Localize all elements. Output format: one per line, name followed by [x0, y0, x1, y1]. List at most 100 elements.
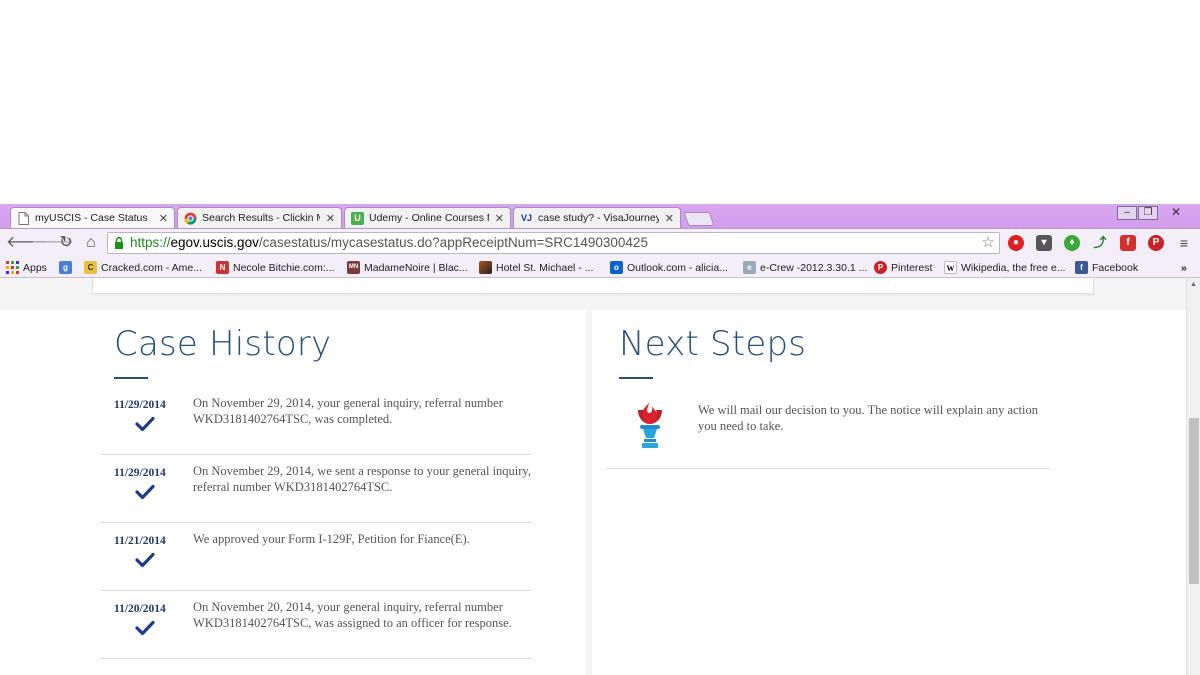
- new-tab-button[interactable]: [683, 212, 715, 226]
- minimize-button[interactable]: –: [1117, 206, 1137, 220]
- bookmark-apps[interactable]: Apps: [6, 260, 47, 275]
- bookmark-google[interactable]: g: [59, 260, 76, 275]
- bookmark-label: Cracked.com - Ame...: [101, 261, 202, 274]
- scrollbar[interactable]: ▲: [1186, 278, 1200, 675]
- tab-strip: myUSCIS - Case Status ✕ Search Results -…: [0, 204, 1200, 228]
- history-entry: 11/20/2014 On November 20, 2014, your ge…: [100, 591, 532, 659]
- entry-date: 11/21/2014: [114, 535, 166, 547]
- bookmarks-bar: Apps g C Cracked.com - Ame... N Necole B…: [0, 256, 1200, 278]
- history-entry: 11/29/2014 On November 29, 2014, your ge…: [100, 387, 532, 455]
- home-button[interactable]: ⌂: [82, 234, 100, 252]
- google-icon: g: [59, 261, 72, 274]
- close-window-button[interactable]: ✕: [1159, 206, 1193, 220]
- tab-title: Udemy - Online Courses f: [369, 212, 489, 224]
- reload-button[interactable]: ↻: [57, 234, 75, 252]
- facebook-icon: f: [1075, 261, 1088, 274]
- madamenoire-icon: MN: [347, 261, 360, 274]
- entry-date: 11/29/2014: [114, 467, 166, 479]
- url-path: /casestatus/mycasestatus.do?appReceiptNu…: [258, 235, 648, 250]
- previous-card-bottom: [92, 278, 1094, 294]
- tab-title: Search Results - Clickin M: [202, 212, 320, 224]
- case-history-title: Case History: [114, 324, 332, 364]
- necole-icon: N: [216, 261, 229, 274]
- bookmark-wikipedia[interactable]: W Wikipedia, the free e...: [944, 260, 1065, 275]
- url-scheme: https://: [130, 235, 171, 250]
- bookmark-outlook[interactable]: o Outlook.com - alicia...: [610, 260, 728, 275]
- chrome-icon: [184, 212, 197, 225]
- adblock-icon[interactable]: ●: [1008, 235, 1024, 251]
- tab-close-icon[interactable]: ✕: [326, 212, 335, 225]
- tab-close-icon[interactable]: ✕: [159, 212, 168, 225]
- checkmark-icon: [135, 552, 155, 568]
- next-steps-title: Next Steps: [619, 324, 807, 364]
- entry-text: We approved your Form I-129F, Petition f…: [193, 532, 470, 546]
- bookmark-madamenoire[interactable]: MN MadameNoire | Blac...: [347, 260, 468, 275]
- bookmark-ecrew[interactable]: e e-Crew -2012.3.30.1 ...: [743, 260, 867, 275]
- torch-icon: [638, 402, 662, 448]
- checkmark-icon: [135, 484, 155, 500]
- bookmark-label: Necole Bitchie.com:...: [233, 261, 335, 274]
- history-entry: 11/29/2014 On November 29, 2014, we sent…: [100, 455, 532, 523]
- entry-date: 11/29/2014: [114, 399, 166, 411]
- next-steps-divider: [606, 468, 1050, 469]
- cracked-icon: C: [84, 261, 97, 274]
- next-steps-panel: [592, 310, 1186, 675]
- ecrew-icon: e: [743, 261, 756, 274]
- udemy-icon: U: [351, 211, 364, 225]
- tab-title: case study? - VisaJourney: [538, 212, 659, 224]
- flipboard-icon[interactable]: f: [1120, 235, 1136, 251]
- tab-close-icon[interactable]: ✕: [665, 212, 674, 225]
- bookmark-label: Outlook.com - alicia...: [627, 261, 728, 274]
- checkmark-icon: [135, 620, 155, 636]
- tab-myuscis[interactable]: myUSCIS - Case Status ✕: [10, 207, 175, 228]
- url-host: egov.uscis.gov: [170, 235, 259, 250]
- bookmark-cracked[interactable]: C Cracked.com - Ame...: [84, 260, 202, 275]
- forward-button[interactable]: 🡒: [31, 234, 74, 252]
- tab-search-results[interactable]: Search Results - Clickin M ✕: [177, 207, 342, 228]
- menu-icon[interactable]: ≡: [1176, 235, 1192, 251]
- bookmark-label: Pinterest: [891, 261, 933, 274]
- checkmark-icon: [135, 416, 155, 432]
- entry-text: On November 29, 2014, your general inqui…: [193, 396, 503, 426]
- browser-toolbar: 🡐 🡒 ↻ ⌂ https://egov.uscis.gov/casestatu…: [0, 228, 1200, 256]
- next-steps-text: We will mail our decision to you. The no…: [698, 403, 1039, 433]
- back-button[interactable]: 🡐: [6, 234, 49, 252]
- lock-icon: [115, 237, 123, 249]
- tab-udemy[interactable]: U Udemy - Online Courses f ✕: [344, 207, 511, 228]
- tab-title: myUSCIS - Case Status: [35, 212, 148, 224]
- bookmark-label: Facebook: [1092, 261, 1139, 274]
- bookmark-star-icon[interactable]: ☆: [982, 233, 995, 253]
- bookmark-label: Wikipedia, the free e...: [961, 261, 1066, 274]
- page-icon: [17, 211, 30, 225]
- restore-button[interactable]: ❐: [1138, 206, 1158, 220]
- history-entry: 11/21/2014 We approved your Form I-129F,…: [100, 523, 532, 591]
- bookmark-label: Hotel St. Michael - ...: [496, 261, 594, 274]
- entry-date: 11/20/2014: [114, 603, 166, 615]
- pocket-icon[interactable]: ▾: [1036, 235, 1052, 251]
- extension-icon[interactable]: ⤴: [1092, 235, 1108, 251]
- wikipedia-icon: W: [944, 261, 957, 274]
- evernote-icon[interactable]: ♦: [1064, 235, 1080, 251]
- outlook-icon: o: [610, 261, 623, 274]
- pinterest-icon: P: [874, 261, 887, 274]
- title-divider: [619, 377, 653, 379]
- bookmark-facebook[interactable]: f Facebook: [1075, 260, 1138, 275]
- address-bar[interactable]: https://egov.uscis.gov/casestatus/mycase…: [107, 232, 1000, 254]
- scroll-up-arrow-icon[interactable]: ▲: [1190, 281, 1197, 288]
- bookmark-necole[interactable]: N Necole Bitchie.com:...: [216, 260, 335, 275]
- tab-close-icon[interactable]: ✕: [495, 212, 504, 225]
- tab-visajourney[interactable]: VJ case study? - VisaJourney ✕: [513, 207, 681, 228]
- visajourney-icon: VJ: [520, 213, 532, 223]
- entry-text: On November 29, 2014, we sent a response…: [193, 464, 531, 494]
- bookmarks-overflow-button[interactable]: »: [1181, 260, 1187, 275]
- scrollbar-thumb[interactable]: [1189, 418, 1199, 584]
- bookmark-pinterest[interactable]: P Pinterest: [874, 260, 932, 275]
- apps-grid-icon: [6, 261, 19, 274]
- browser-window: myUSCIS - Case Status ✕ Search Results -…: [0, 204, 1200, 278]
- title-divider: [114, 377, 148, 379]
- bookmark-hotel[interactable]: Hotel St. Michael - ...: [479, 260, 593, 275]
- pinterest-extension-icon[interactable]: P: [1148, 235, 1164, 251]
- blank-area: [0, 0, 1200, 204]
- bookmark-label: e-Crew -2012.3.30.1 ...: [760, 261, 868, 274]
- bookmark-label: Apps: [23, 261, 47, 274]
